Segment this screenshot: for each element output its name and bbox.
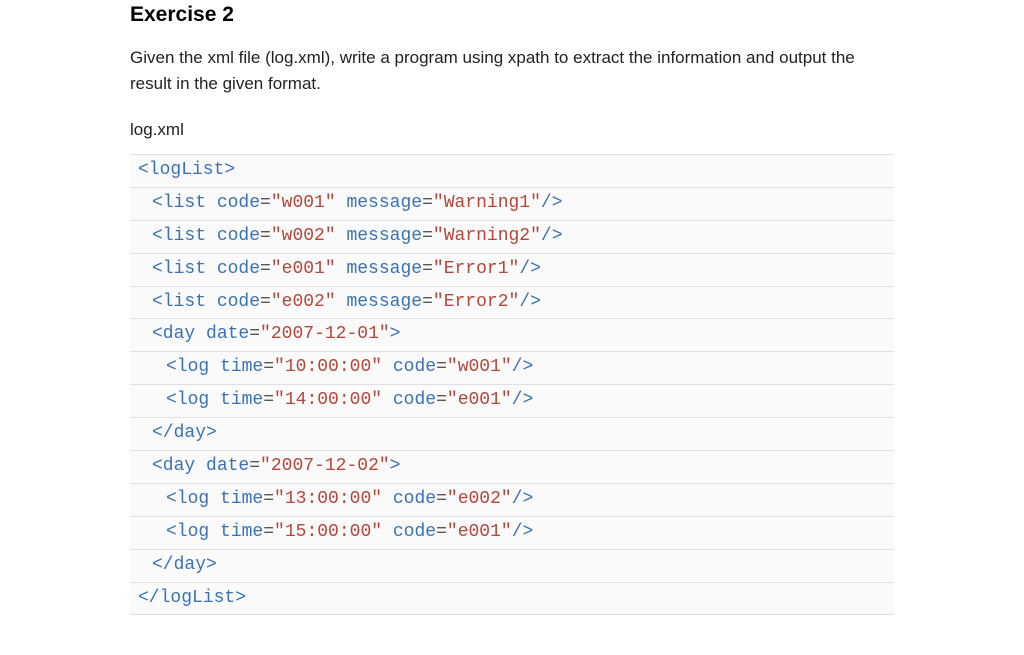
code-line: <list code="w001" message="Warning1"/> [130,188,894,221]
exercise-description: Given the xml file (log.xml), write a pr… [130,45,894,96]
code-line: <list code="e001" message="Error1"/> [130,254,894,287]
document-container: Exercise 2 Given the xml file (log.xml),… [0,0,1024,655]
code-line: <log time="14:00:00" code="e001"/> [130,385,894,418]
code-line: <log time="10:00:00" code="w001"/> [130,352,894,385]
code-line: <day date="2007-12-02"> [130,451,894,484]
xml-tag: <logList> [138,160,235,180]
code-line: <log time="15:00:00" code="e001"/> [130,517,894,550]
code-line: <logList> [130,155,894,188]
code-line: </day> [130,418,894,451]
xml-code-block: <logList> <list code="w001" message="War… [130,154,894,615]
code-line: <day date="2007-12-01"> [130,319,894,352]
code-line: <list code="e002" message="Error2"/> [130,287,894,320]
code-line: </day> [130,550,894,583]
code-line: <list code="w002" message="Warning2"/> [130,221,894,254]
filename-label: log.xml [130,120,894,140]
code-line: <log time="13:00:00" code="e002"/> [130,484,894,517]
exercise-title: Exercise 2 [130,0,894,27]
